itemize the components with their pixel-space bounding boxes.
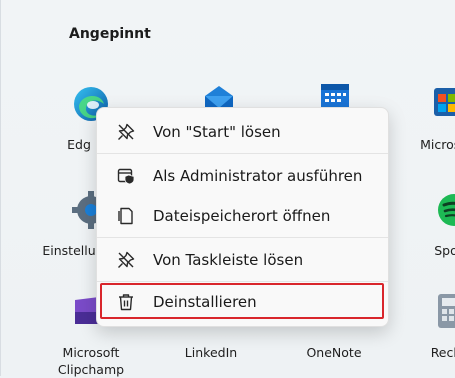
app-label-calculator: Rech [430,345,455,360]
menu-item-label: Von "Start" lösen [153,123,281,141]
calculator-icon [434,294,455,334]
menu-item-label: Dateispeicherort öffnen [153,207,331,225]
pinned-section-title: Angepinnt [69,26,151,42]
shield-admin-icon [117,167,135,185]
unpin-taskbar-icon [117,251,135,269]
uninstall-highlight-box [100,283,384,319]
app-label-clipchamp-line2: Clipchamp [57,362,125,377]
app-label-linkedin: LinkedIn [184,345,238,360]
menu-item-unpin-start[interactable]: Von "Start" lösen [101,114,384,150]
unpin-icon [117,123,135,141]
menu-item-label: Von Taskleiste lösen [153,251,304,269]
app-label-clipchamp-line1: Microsoft [62,345,120,360]
app-label-onenote: OneNote [306,345,362,360]
store-icon [434,84,455,124]
app-label-spotify: Spo [434,243,455,258]
menu-separator [97,153,388,154]
menu-item-label: Als Administrator ausführen [153,167,363,185]
app-label-store: Microso [420,137,455,152]
menu-separator [97,237,388,238]
spotify-icon [434,190,455,230]
menu-separator [97,281,388,282]
menu-item-unpin-taskbar[interactable]: Von Taskleiste lösen [101,242,384,278]
menu-item-run-as-admin[interactable]: Als Administrator ausführen [101,158,384,194]
menu-item-open-file-location[interactable]: Dateispeicherort öffnen [101,198,384,234]
file-location-icon [117,207,135,225]
